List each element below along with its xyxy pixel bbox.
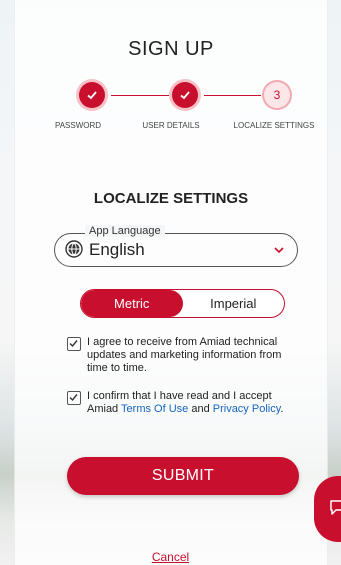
privacy-policy-link[interactable]: Privacy Policy — [213, 403, 281, 415]
chevron-down-icon — [274, 247, 284, 254]
check-icon — [69, 394, 78, 402]
terms-consent-checkbox[interactable] — [67, 391, 81, 405]
section-heading: LOCALIZE SETTINGS — [93, 190, 249, 207]
terms-consent-text: I confirm that I have read and I accept … — [87, 390, 297, 416]
check-icon — [69, 340, 78, 348]
step-connector — [111, 95, 169, 96]
chat-icon — [330, 500, 341, 515]
terms-suffix: . — [280, 403, 284, 415]
submit-button[interactable]: SUBMIT — [67, 457, 299, 495]
feedback-button[interactable] — [314, 476, 341, 542]
terms-of-use-link[interactable]: Terms Of Use — [121, 403, 188, 415]
step-label-localize-settings: LOCALIZE SETTINGS — [233, 121, 315, 130]
terms-and: and — [188, 403, 213, 415]
cancel-link[interactable]: Cancel — [0, 550, 341, 564]
marketing-consent-text: I agree to receive from Amiad technical … — [87, 336, 282, 374]
screen: SIGN UP 3 PASSWORD USER DETAILS LOCALIZE… — [0, 0, 341, 565]
step-label-password: PASSWORD — [54, 121, 102, 130]
step-connector — [204, 95, 261, 96]
app-language-legend: App Language — [85, 225, 165, 237]
globe-icon — [65, 240, 83, 258]
app-language-value: English — [89, 240, 145, 259]
page-title: SIGN UP — [128, 38, 214, 60]
marketing-consent-checkbox[interactable] — [67, 337, 81, 351]
metric-option[interactable]: Metric — [81, 290, 183, 317]
step-label-user-details: USER DETAILS — [142, 121, 200, 130]
imperial-option[interactable]: Imperial — [183, 290, 285, 317]
step-password-check-icon — [79, 82, 105, 108]
units-toggle[interactable]: Metric Imperial — [80, 289, 285, 318]
step-localize-number: 3 — [264, 82, 290, 108]
app-language-select[interactable]: App Language English — [54, 225, 298, 267]
step-user-details-check-icon — [172, 82, 198, 108]
